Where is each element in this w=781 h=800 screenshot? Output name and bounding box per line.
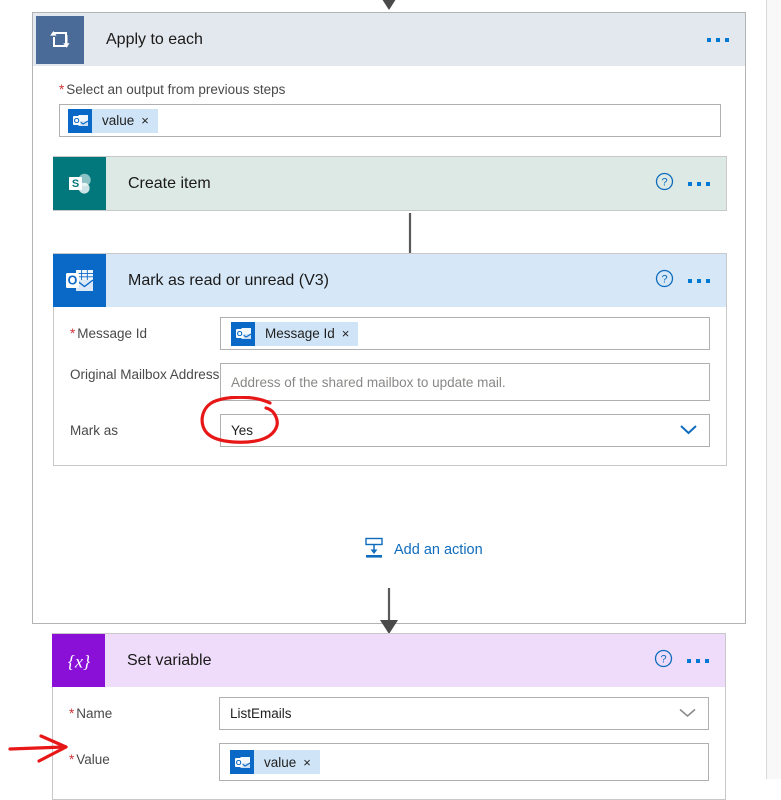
- placeholder-text: Address of the shared mailbox to update …: [231, 374, 506, 390]
- mark-as-read-title: Mark as read or unread (V3): [128, 271, 329, 289]
- message-id-label: * Message Id: [70, 326, 148, 341]
- add-action-icon: [363, 537, 385, 563]
- name-label: * Name: [69, 706, 113, 721]
- connector-scope-to-setvariable: [369, 588, 409, 636]
- outlook-icon: O: [230, 750, 254, 774]
- message-id-input[interactable]: O Message Id ×: [220, 317, 710, 350]
- required-marker: *: [69, 706, 75, 721]
- svg-text:?: ?: [661, 273, 667, 285]
- svg-text:O: O: [235, 758, 241, 767]
- svg-text:O: O: [67, 273, 77, 287]
- required-marker: *: [70, 326, 76, 341]
- value-label: * Value: [69, 752, 110, 767]
- mark-as-label: Mark as: [70, 423, 119, 438]
- outlook-icon: O: [231, 321, 255, 346]
- svg-text:?: ?: [660, 653, 666, 665]
- token-chip-value[interactable]: O value ×: [68, 108, 158, 133]
- name-value: ListEmails: [230, 706, 292, 721]
- help-circle-icon[interactable]: ?: [655, 269, 674, 293]
- field-row-message-id: * Message Id O Message Id ×: [70, 317, 710, 350]
- variable-braces-icon: {x}: [52, 634, 105, 687]
- close-icon[interactable]: ×: [141, 114, 158, 127]
- select-output-input[interactable]: O value ×: [59, 104, 721, 137]
- add-an-action-label: Add an action: [394, 542, 483, 558]
- ellipsis-icon[interactable]: [707, 37, 729, 42]
- close-icon[interactable]: ×: [342, 327, 359, 340]
- field-row-original-mailbox-address: Original Mailbox Address Address of the …: [70, 363, 710, 401]
- right-panel-edge: [766, 0, 781, 779]
- ellipsis-icon[interactable]: [687, 658, 709, 663]
- token-label: value: [102, 113, 135, 128]
- mark-as-read-header[interactable]: O Mark as read or unread (V3) ?: [53, 254, 726, 307]
- original-mailbox-address-label: Original Mailbox Address: [70, 367, 220, 382]
- set-variable-title: Set variable: [127, 651, 212, 669]
- flow-designer-canvas: Apply to each * Select an output from pre…: [0, 0, 765, 800]
- svg-text:O: O: [73, 116, 79, 125]
- chevron-down-icon[interactable]: [678, 706, 697, 721]
- sharepoint-icon: S: [53, 157, 106, 210]
- mark-as-value: Yes: [231, 423, 254, 438]
- token-chip-message-id[interactable]: O Message Id ×: [231, 321, 359, 346]
- add-an-action-button[interactable]: Add an action: [363, 537, 483, 563]
- field-row-value: * Value O value ×: [69, 743, 709, 781]
- create-item-card[interactable]: S Create item ?: [53, 156, 727, 211]
- set-variable-form: * Name ListEmails * Value O value ×: [53, 687, 725, 799]
- required-marker: *: [69, 752, 75, 767]
- set-variable-header[interactable]: {x} Set variable ?: [52, 634, 725, 687]
- mark-as-read-form: * Message Id O Message Id × Original Mai…: [54, 307, 726, 465]
- field-row-mark-as: Mark as Yes: [70, 414, 710, 447]
- outlook-icon: O: [53, 254, 106, 307]
- select-output-label: * Select an output from previous steps: [59, 82, 286, 97]
- create-item-title: Create item: [128, 174, 211, 192]
- svg-text:O: O: [236, 329, 242, 338]
- token-label: Message Id: [265, 326, 335, 341]
- svg-text:?: ?: [661, 176, 667, 188]
- set-variable-card[interactable]: {x} Set variable ? * Name ListEmails * V…: [52, 633, 726, 800]
- outlook-icon: O: [68, 108, 92, 133]
- mark-as-read-card[interactable]: O Mark as read or unread (V3) ? * Messag…: [53, 253, 727, 466]
- token-label: value: [264, 754, 297, 770]
- help-circle-icon[interactable]: ?: [654, 649, 673, 673]
- loop-icon: [36, 15, 84, 64]
- connector-into-scope: [369, 0, 409, 12]
- help-circle-icon[interactable]: ?: [655, 172, 674, 196]
- ellipsis-icon[interactable]: [688, 278, 710, 283]
- apply-to-each-body: * Select an output from previous steps O …: [33, 66, 745, 623]
- svg-text:{x}: {x}: [67, 651, 90, 671]
- svg-text:S: S: [71, 178, 78, 190]
- value-input[interactable]: O value ×: [219, 743, 709, 781]
- ellipsis-icon[interactable]: [688, 181, 710, 186]
- original-mailbox-address-input[interactable]: Address of the shared mailbox to update …: [220, 363, 710, 401]
- create-item-header[interactable]: S Create item ?: [53, 157, 726, 210]
- mark-as-dropdown[interactable]: Yes: [220, 414, 710, 447]
- close-icon[interactable]: ×: [303, 756, 320, 769]
- apply-to-each-title: Apply to each: [106, 30, 203, 48]
- required-marker: *: [59, 82, 65, 97]
- name-dropdown[interactable]: ListEmails: [219, 697, 709, 730]
- chevron-down-icon[interactable]: [679, 423, 698, 438]
- apply-to-each-card[interactable]: Apply to each * Select an output from pre…: [32, 12, 746, 624]
- token-chip-value[interactable]: O value ×: [230, 750, 320, 774]
- field-row-name: * Name ListEmails: [69, 697, 709, 730]
- apply-to-each-header[interactable]: Apply to each: [33, 13, 745, 66]
